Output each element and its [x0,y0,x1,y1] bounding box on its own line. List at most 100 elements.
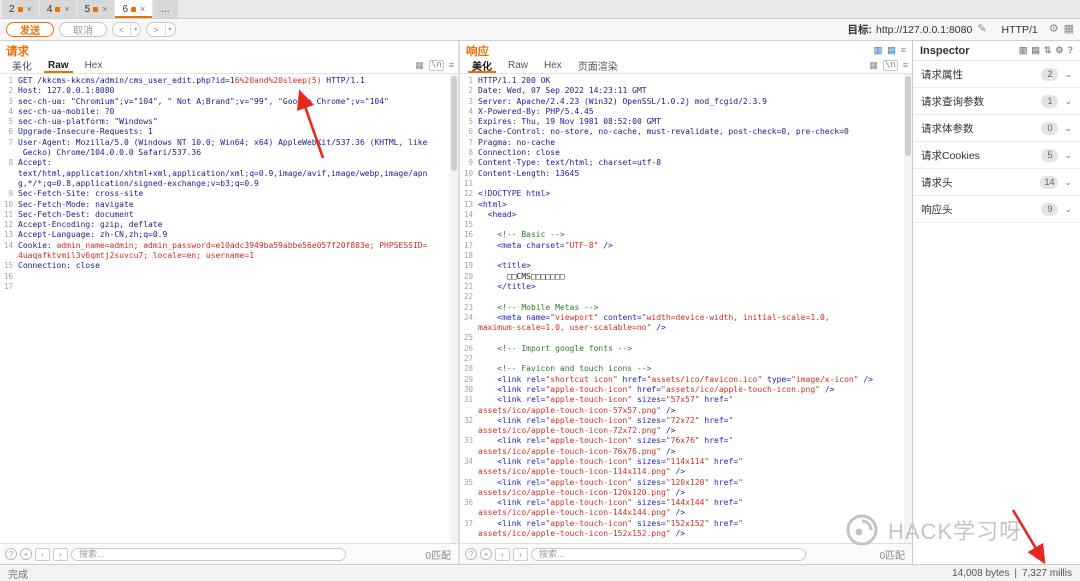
close-icon[interactable]: × [64,4,69,14]
history-back-button[interactable]: < ▾ [112,22,142,37]
response-editor[interactable]: 1 HTTP/1.1 200 OK 2 Date: Wed, 07 Sep 2022 … [460,74,912,543]
repeater-tab-6[interactable]: 6 × [115,0,153,18]
newline-toggle-icon[interactable]: \n [428,60,444,71]
response-tab-Hex[interactable]: Hex [536,58,570,73]
chevron-down-icon[interactable]: ⌄ [1064,150,1072,161]
dock-left-icon[interactable]: ▥ [874,46,883,55]
inspector-section-请求Cookies[interactable]: 请求Cookies 5 ⌄ [913,142,1080,169]
request-tab-美化[interactable]: 美化 [4,58,40,73]
tab-label: 4 [46,3,53,15]
menu-icon[interactable]: ≡ [449,61,454,70]
request-scrollbar[interactable] [450,74,458,543]
code-line: 5 Expires: Thu, 19 Nov 1981 08:52:00 GMT [460,117,912,127]
target-display: 目标: http://127.0.0.1:8080 [847,22,972,37]
code-line: 5 sec-ch-ua-platform: "Windows" [0,117,458,127]
inspector-section-请求属性[interactable]: 请求属性 2 ⌄ [913,61,1080,88]
history-forward-button[interactable]: > ▾ [146,22,176,37]
response-tab-Raw[interactable]: Raw [500,58,536,73]
menu-icon[interactable]: ≡ [903,61,908,70]
code-line: 35 <link rel="apple-touch-icon" sizes="1… [460,478,912,488]
chevron-down-icon[interactable]: ⌄ [1064,96,1072,107]
request-tab-Raw[interactable]: Raw [40,58,77,73]
response-bytes: 14,008 bytes [952,567,1010,579]
chevron-down-icon[interactable]: ▾ [130,23,140,36]
line-number [0,251,18,261]
repeater-tab-5[interactable]: 5 × [77,0,115,18]
scrollbar-thumb[interactable] [451,76,457,171]
code-line: 10 Content-Length: 13645 [460,169,912,179]
line-number: 12 [463,189,473,199]
line-number [0,179,18,189]
code-line: 37 <link rel="apple-touch-icon" sizes="1… [460,519,912,529]
inspector-section-请求头[interactable]: 请求头 14 ⌄ [913,169,1080,196]
gear-icon[interactable]: ⚙ [1055,46,1063,55]
close-icon[interactable]: × [27,4,32,14]
inspector-section-响应头[interactable]: 响应头 9 ⌄ [913,196,1080,223]
line-number: 12 [3,220,13,230]
request-editor[interactable]: 1 GET /kkcms-kkcms/admin/cms_user_edit.ph… [0,74,458,543]
help-icon[interactable]: ? [1068,46,1074,55]
line-number: 26 [463,343,473,353]
code-line: 26 <!-- Import google fonts --> [460,344,912,354]
code-line: assets/ico/apple-touch-icon-144x144.png"… [460,508,912,518]
tabs-overflow-button[interactable]: ... [153,0,178,18]
line-number: 1 [8,76,13,85]
count-badge: 1 [1041,94,1059,108]
close-icon[interactable]: × [102,4,107,14]
dock-right-icon[interactable]: ▤ [1031,46,1040,55]
repeater-tab-2[interactable]: 2 × [2,0,39,18]
sort-icon[interactable]: ⇅ [1044,46,1052,55]
inspector-panel: Inspector ▥ ▤ ⇅ ⚙ ? 请求属性 2 ⌄ 请求查询参数 1 ⌄ 请求体参数 0… [912,41,1080,564]
gear-icon[interactable]: ⚙ [1049,24,1059,35]
line-number [460,508,478,518]
chevron-down-icon[interactable]: ⌄ [1064,69,1072,80]
newline-toggle-icon[interactable]: \n [882,60,898,71]
prev-match-icon[interactable]: ‹ [35,547,50,561]
line-number: 10 [3,199,13,209]
next-match-icon[interactable]: › [513,547,528,561]
dock-left-icon[interactable]: ▥ [1019,46,1028,55]
dock-bottom-icon[interactable]: ▤ [887,46,896,55]
response-tab-页面渲染[interactable]: 页面渲染 [570,58,626,73]
code-line: 34 <link rel="apple-touch-icon" sizes="1… [460,457,912,467]
section-label: 请求查询参数 [921,95,984,108]
code-line: 14 Cookie: admin_name=admin; admin_passwo… [0,241,458,251]
repeater-tab-4[interactable]: 4 × [39,0,77,18]
code-line: 2 Host: 127.0.0.1:8080 [0,86,458,96]
chevron-down-icon[interactable]: ⌄ [1064,204,1072,215]
chevron-down-icon[interactable]: ⌄ [1064,177,1072,188]
grid-view-icon[interactable]: ▦ [869,61,878,70]
request-search-input[interactable] [71,547,346,561]
inspector-section-请求体参数[interactable]: 请求体参数 0 ⌄ [913,115,1080,142]
pencil-icon[interactable]: ✎ [977,24,986,35]
line-number: 8 [468,148,473,158]
help-icon[interactable]: ? [5,548,17,560]
next-match-icon[interactable]: › [53,547,68,561]
line-number: 4 [8,106,13,116]
chevron-down-icon[interactable]: ⌄ [1064,123,1072,134]
response-search-input[interactable] [531,547,806,561]
request-tab-Hex[interactable]: Hex [77,58,111,73]
code-line: assets/ico/apple-touch-icon-76x76.png" /… [460,447,912,457]
prev-match-icon[interactable]: ‹ [495,547,510,561]
section-label: 请求Cookies [921,149,980,162]
code-line: assets/ico/apple-touch-icon-152x152.png"… [460,529,912,539]
close-icon[interactable]: × [140,4,145,14]
response-tab-美化[interactable]: 美化 [464,58,500,73]
search-settings-icon[interactable]: + [480,548,492,560]
response-search-bar: ? + ‹ › 0匹配 [460,543,912,564]
line-number: 29 [463,374,473,384]
chevron-down-icon[interactable]: ▾ [164,23,175,36]
menu-icon[interactable]: ≡ [901,46,906,55]
line-number: 6 [468,127,473,137]
inspector-section-请求查询参数[interactable]: 请求查询参数 1 ⌄ [913,88,1080,115]
layout-panel-icon[interactable]: ▦ [1064,24,1074,35]
help-icon[interactable]: ? [465,548,477,560]
cancel-button[interactable]: 取消 [59,22,107,37]
scrollbar-thumb[interactable] [905,76,911,156]
code-line: 32 <link rel="apple-touch-icon" sizes="7… [460,416,912,426]
send-button[interactable]: 发送 [6,22,54,37]
response-scrollbar[interactable] [904,74,912,543]
search-settings-icon[interactable]: + [20,548,32,560]
grid-view-icon[interactable]: ▦ [415,61,424,70]
